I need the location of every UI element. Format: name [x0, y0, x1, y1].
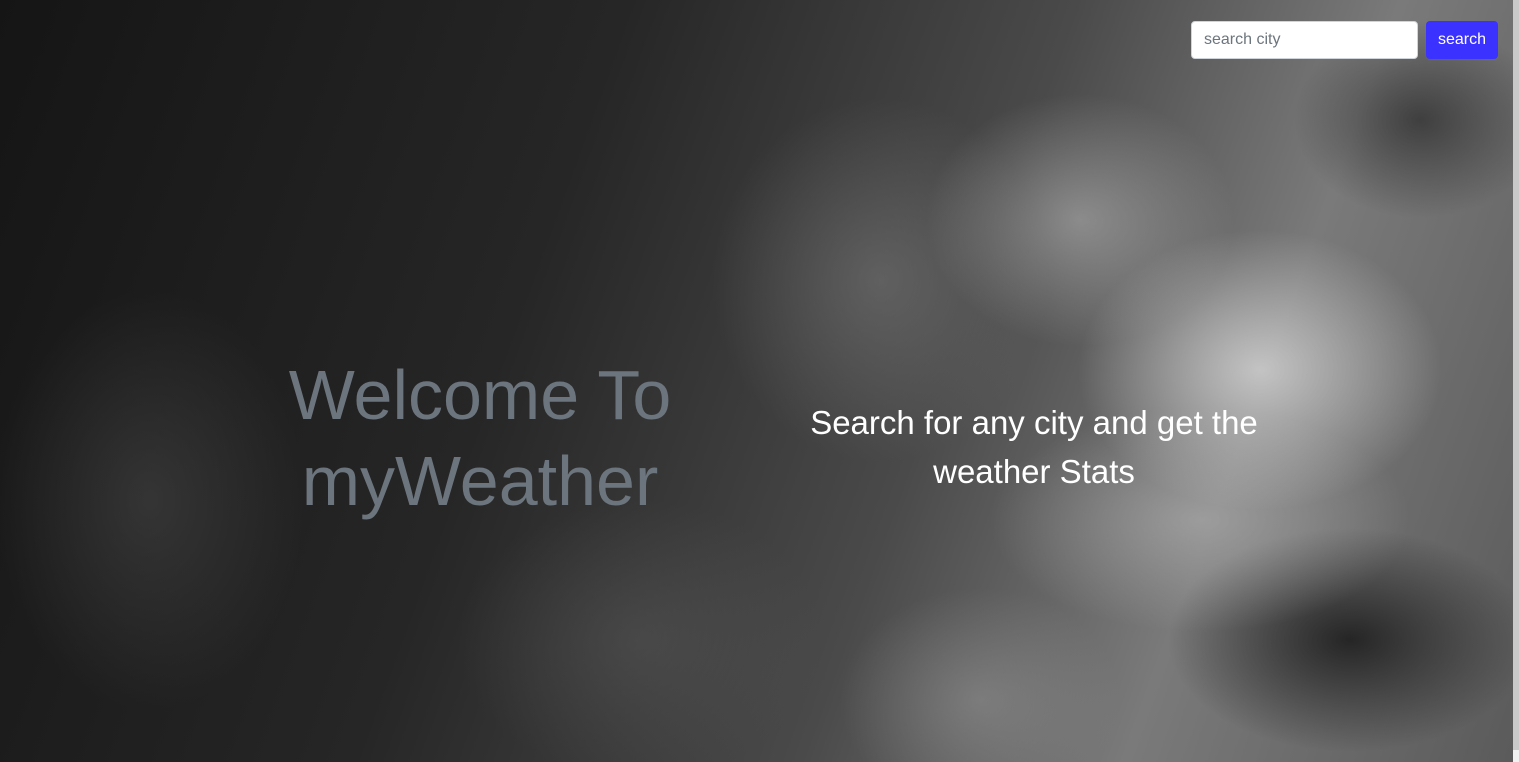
search-input[interactable] [1190, 21, 1418, 59]
page-background: search Welcome To myWeather Search for a… [0, 0, 1519, 762]
tagline-line1: Search for any city and get the [810, 404, 1258, 441]
scrollbar-track[interactable] [1513, 0, 1519, 762]
search-button[interactable]: search [1425, 21, 1498, 59]
welcome-title-line2: myWeather [301, 442, 659, 520]
welcome-title-line1: Welcome To [288, 356, 672, 434]
welcome-title: Welcome To myWeather [230, 352, 730, 524]
search-bar: search [1190, 21, 1498, 59]
tagline: Search for any city and get the weather … [784, 398, 1284, 496]
tagline-line2: weather Stats [933, 453, 1135, 490]
scrollbar-thumb[interactable] [1513, 0, 1519, 750]
